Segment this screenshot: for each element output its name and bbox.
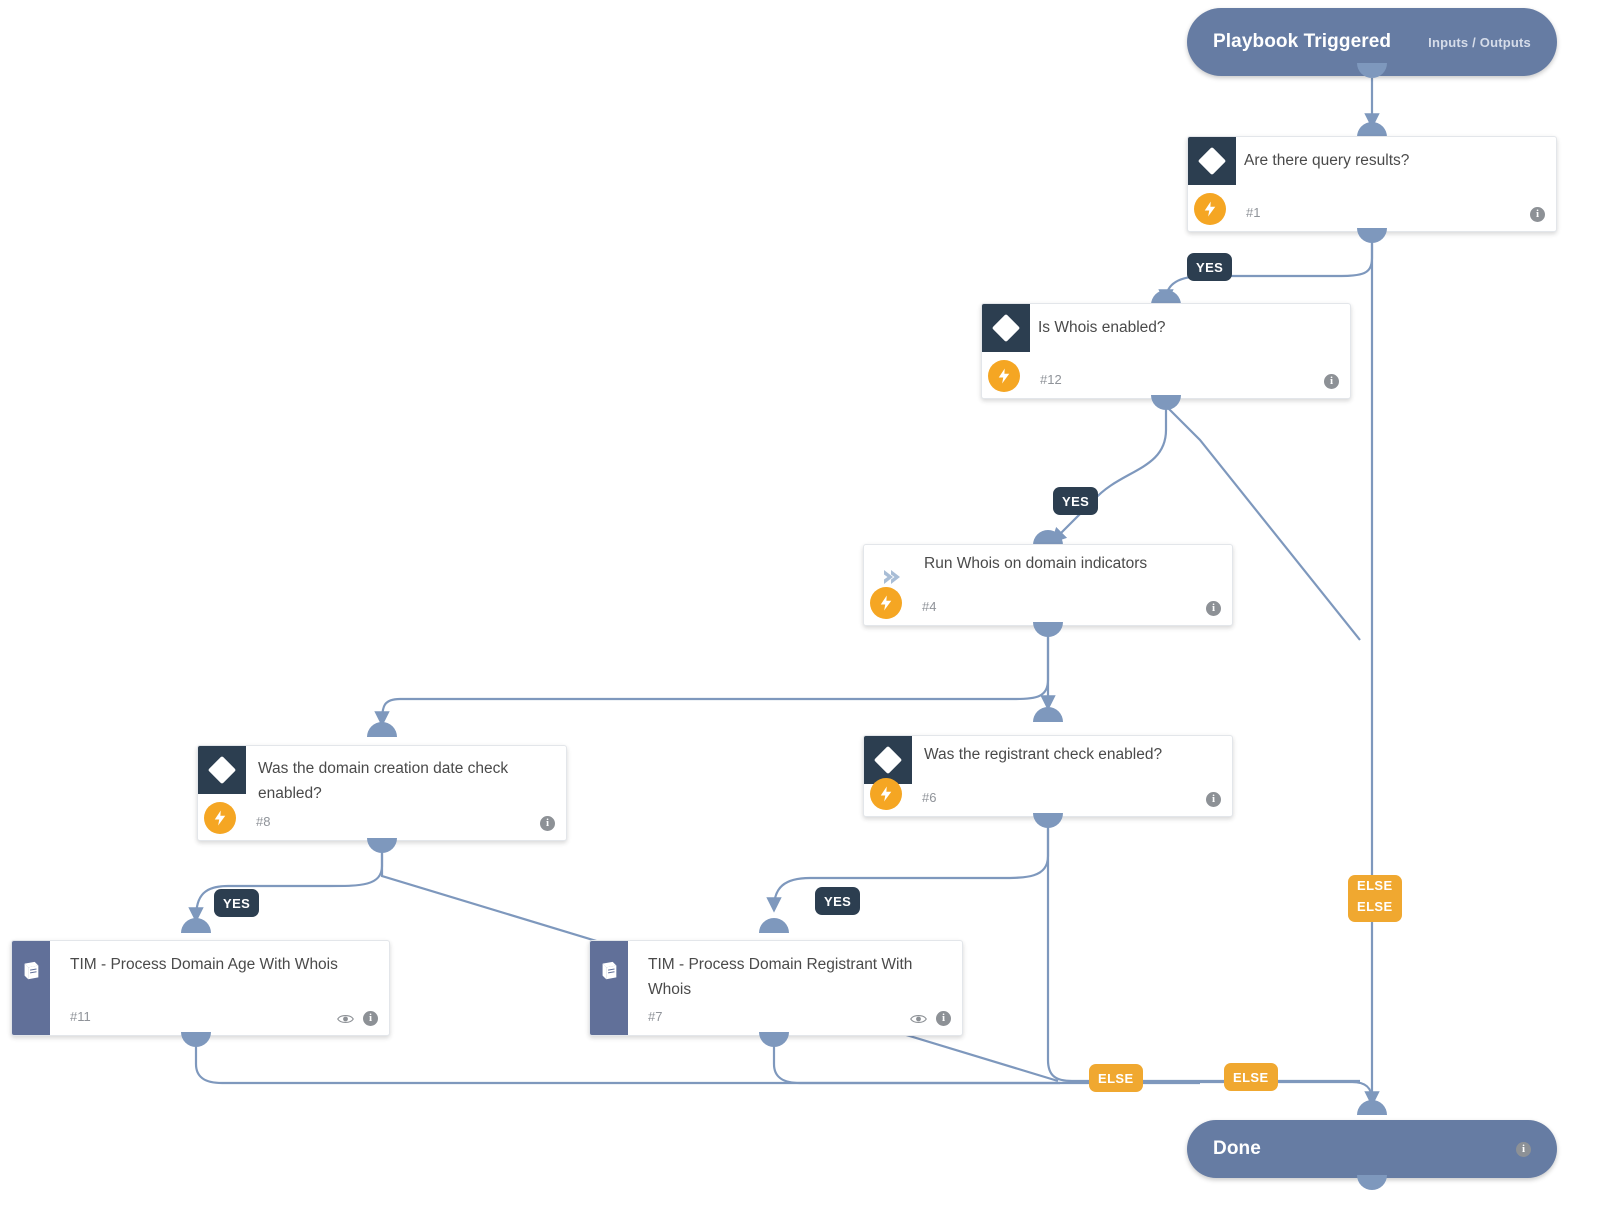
diamond-icon [1197, 146, 1227, 176]
task-card-12[interactable]: Is Whois enabled? #12 i [981, 303, 1351, 399]
bolt-icon [870, 778, 902, 810]
branch-label-else-task6[interactable]: ELSE [1224, 1063, 1278, 1091]
task-footer-icons-8: i [540, 816, 555, 831]
task-footer-icons-12: i [1324, 374, 1339, 389]
task-number-1: #1 [1246, 205, 1261, 220]
info-icon[interactable]: i [1206, 601, 1221, 616]
task-number-7: #7 [648, 1009, 663, 1024]
done-title: Done [1213, 1138, 1261, 1159]
task-number-8: #8 [256, 814, 271, 829]
connector-knob-task12-out [1151, 395, 1181, 410]
branch-label-yes-task1[interactable]: YES [1187, 253, 1233, 281]
task-footer-4: #4 i [864, 587, 1232, 625]
condition-chip-1 [1188, 137, 1236, 185]
diamond-icon [991, 313, 1021, 343]
info-icon[interactable]: i [540, 816, 555, 831]
branch-label-else-b: ELSE [1357, 899, 1393, 914]
task-footer-icons-11: i [337, 1011, 378, 1026]
diamond-icon [207, 755, 237, 785]
playbook-triggered-title: Playbook Triggered [1213, 31, 1392, 52]
condition-chip-6 [864, 736, 912, 784]
eye-icon[interactable] [337, 1013, 354, 1025]
task-number-4: #4 [922, 599, 937, 614]
task-footer-7: #7 i [590, 999, 962, 1035]
task-footer-icons-6: i [1206, 792, 1221, 807]
task-footer-6: #6 i [864, 778, 1232, 816]
connector-knob-task6-in [1033, 707, 1063, 722]
book-icon [602, 961, 617, 980]
connector-knob-task7-out [759, 1032, 789, 1047]
branch-label-yes-task12[interactable]: YES [1053, 487, 1099, 515]
info-icon[interactable]: i [1530, 207, 1545, 222]
task-footer-icons-4: i [1206, 601, 1221, 616]
bolt-icon [870, 587, 902, 619]
book-icon [24, 961, 39, 980]
bolt-icon [988, 360, 1020, 392]
branch-label-yes-task8[interactable]: YES [214, 889, 260, 917]
task-footer-icons-1: i [1530, 207, 1545, 222]
connector-knob-done-out [1357, 1175, 1387, 1190]
playbook-canvas[interactable]: Playbook Triggered Inputs / Outputs Are … [0, 0, 1600, 1229]
task-footer-11: #11 i [12, 999, 389, 1035]
connector-knob-task1-in [1357, 122, 1387, 137]
task-number-12: #12 [1040, 372, 1062, 387]
task-card-8[interactable]: Was the domain creation date check enabl… [197, 745, 567, 841]
task-title-11: TIM - Process Domain Age With Whois [70, 956, 338, 973]
task-title-4: Run Whois on domain indicators [924, 555, 1148, 572]
connector-knob-task8-in [367, 722, 397, 737]
bolt-icon [1194, 193, 1226, 225]
task-card-6[interactable]: Was the registrant check enabled? #6 i [863, 735, 1233, 817]
chevron-right-icon [884, 570, 900, 584]
task-title-6: Was the registrant check enabled? [924, 746, 1163, 763]
task-title-7: TIM - Process Domain Registrant With Who… [648, 956, 913, 998]
info-icon[interactable]: i [1324, 374, 1339, 389]
condition-chip-12 [982, 304, 1030, 352]
task-number-11: #11 [70, 1009, 91, 1024]
connector-knob-task7-in [759, 918, 789, 933]
task-number-6: #6 [922, 790, 937, 805]
branch-label-else-task8[interactable]: ELSE [1089, 1064, 1143, 1092]
task-title-12: Is Whois enabled? [1038, 319, 1166, 336]
diamond-icon [873, 745, 903, 775]
task-title-1: Are there query results? [1244, 152, 1410, 169]
branch-label-else-right-stack[interactable]: ELSE ELSE [1348, 875, 1402, 922]
task-footer-1: #1 i [1188, 193, 1556, 231]
connector-knob-done-in [1357, 1100, 1387, 1115]
task-footer-8: #8 i [198, 802, 566, 840]
branch-label-yes-task6[interactable]: YES [815, 887, 861, 915]
condition-chip-8 [198, 746, 246, 794]
task-footer-icons-7: i [910, 1011, 951, 1026]
info-icon[interactable]: i [1206, 792, 1221, 807]
info-icon[interactable]: i [936, 1011, 951, 1026]
connector-knob-task4-in [1033, 530, 1063, 545]
task-card-7[interactable]: TIM - Process Domain Registrant With Who… [589, 940, 963, 1036]
connector-knob-task8-out [367, 838, 397, 853]
eye-icon[interactable] [910, 1013, 927, 1025]
task-title-8: Was the domain creation date check enabl… [258, 760, 509, 802]
connector-knob-task11-in [181, 918, 211, 933]
bolt-icon [204, 802, 236, 834]
task-card-4[interactable]: Run Whois on domain indicators #4 i [863, 544, 1233, 626]
task-card-11[interactable]: TIM - Process Domain Age With Whois #11 … [11, 940, 390, 1036]
task-footer-12: #12 i [982, 360, 1350, 398]
connector-knob-task4-out [1033, 622, 1063, 637]
done-node[interactable]: Done i [1187, 1120, 1557, 1178]
connector-knob-task11-out [181, 1032, 211, 1047]
branch-label-else-a: ELSE [1357, 878, 1393, 893]
connector-knob-task6-out [1033, 813, 1063, 828]
inputs-outputs-link[interactable]: Inputs / Outputs [1428, 35, 1531, 50]
info-icon[interactable]: i [363, 1011, 378, 1026]
info-icon[interactable]: i [1516, 1141, 1531, 1157]
task-card-1[interactable]: Are there query results? #1 i [1187, 136, 1557, 232]
connector-knob-task1-out [1357, 228, 1387, 243]
